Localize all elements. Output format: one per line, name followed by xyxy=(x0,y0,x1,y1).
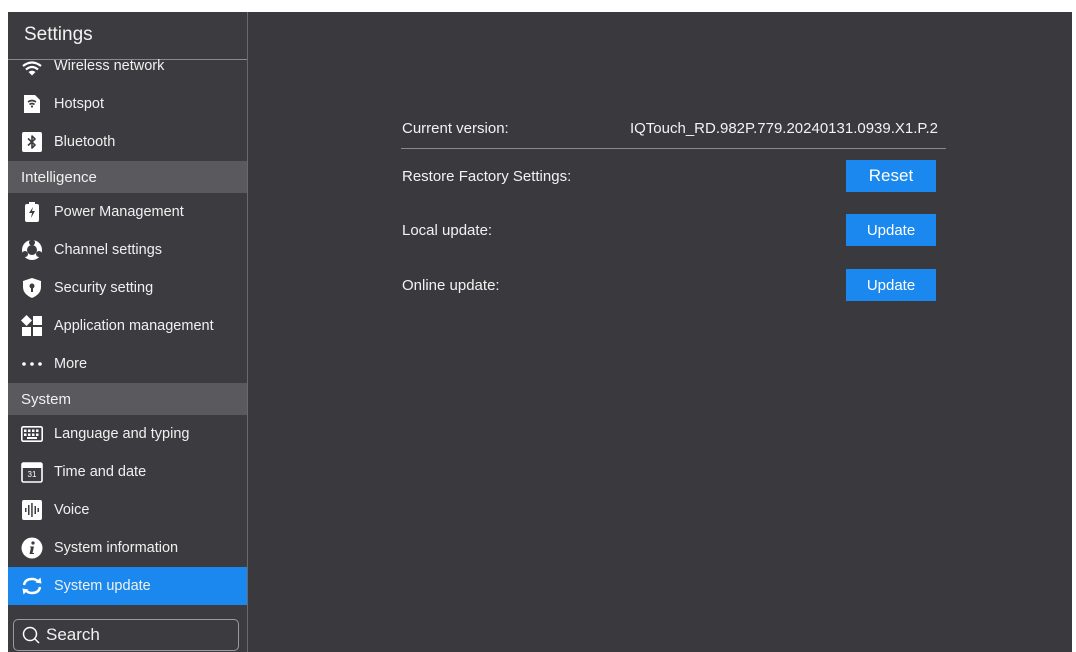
section-header-intelligence: Intelligence xyxy=(8,161,247,193)
sidebar-item-hotspot[interactable]: Hotspot xyxy=(8,85,247,123)
sidebar-item-label: Channel settings xyxy=(54,242,163,258)
online-update-row: Online update: Update xyxy=(401,269,946,301)
sidebar-item-label: Voice xyxy=(54,502,90,518)
battery-icon xyxy=(21,201,43,223)
calendar-day: 31 xyxy=(27,470,37,479)
bluetooth-icon xyxy=(21,131,43,153)
voice-icon xyxy=(21,499,43,521)
wifi-icon xyxy=(21,58,43,80)
sidebar-item-voice[interactable]: Voice xyxy=(8,491,247,529)
sidebar-title: Settings xyxy=(8,12,247,60)
settings-window: Settings Wireless network Hotspot Blueto… xyxy=(8,12,1072,652)
hotspot-icon xyxy=(21,93,43,115)
sidebar: Settings Wireless network Hotspot Blueto… xyxy=(8,12,248,652)
sidebar-item-label: Security setting xyxy=(54,280,154,296)
online-update-button[interactable]: Update xyxy=(846,269,936,301)
current-version-value: IQTouch_RD.982P.779.20240131.0939.X1.P.2 xyxy=(629,119,938,137)
apps-icon xyxy=(21,315,43,337)
reset-button[interactable]: Reset xyxy=(846,160,936,192)
more-icon xyxy=(21,353,43,375)
sidebar-item-language-and-typing[interactable]: Language and typing xyxy=(8,415,247,453)
sidebar-item-label: Wireless network xyxy=(54,58,165,74)
search-icon xyxy=(22,626,40,644)
sidebar-item-security-setting[interactable]: Security setting xyxy=(8,269,247,307)
sidebar-item-wireless-network[interactable]: Wireless network xyxy=(8,57,247,85)
search-input[interactable]: Search xyxy=(13,619,239,651)
sidebar-item-time-and-date[interactable]: 31 Time and date xyxy=(8,453,247,491)
sidebar-item-label: More xyxy=(54,356,88,372)
sidebar-item-system-information[interactable]: System information xyxy=(8,529,247,567)
keyboard-icon xyxy=(21,423,43,445)
sidebar-item-label: System update xyxy=(54,578,151,594)
sidebar-item-application-management[interactable]: Application management xyxy=(8,307,247,345)
sidebar-item-label: Language and typing xyxy=(54,426,190,442)
sidebar-item-label: Time and date xyxy=(54,464,147,480)
search-placeholder: Search xyxy=(46,625,100,644)
current-version-row: Current version: IQTouch_RD.982P.779.202… xyxy=(401,108,946,149)
sidebar-item-channel-settings[interactable]: Channel settings xyxy=(8,231,247,269)
section-header-system: System xyxy=(8,383,247,415)
sidebar-item-more[interactable]: More xyxy=(8,345,247,383)
sidebar-item-bluetooth[interactable]: Bluetooth xyxy=(8,123,247,161)
info-icon xyxy=(21,537,43,559)
local-update-label: Local update: xyxy=(402,221,493,239)
sync-icon xyxy=(21,575,43,597)
calendar-icon: 31 xyxy=(21,461,43,483)
sidebar-list: Wireless network Hotspot Bluetooth Intel… xyxy=(8,57,247,605)
main-content: Current version: IQTouch_RD.982P.779.202… xyxy=(248,12,1072,652)
sidebar-item-label: System information xyxy=(54,540,179,556)
shield-icon xyxy=(21,277,43,299)
restore-factory-row: Restore Factory Settings: Reset xyxy=(401,160,946,192)
sidebar-item-label: Hotspot xyxy=(54,96,104,112)
current-version-label: Current version: xyxy=(402,119,509,137)
sidebar-item-label: Power Management xyxy=(54,204,184,220)
restore-factory-label: Restore Factory Settings: xyxy=(402,167,572,185)
local-update-row: Local update: Update xyxy=(401,214,946,246)
online-update-label: Online update: xyxy=(402,276,500,294)
sidebar-item-label: Bluetooth xyxy=(54,134,116,150)
sidebar-item-label: Application management xyxy=(54,318,214,334)
sidebar-item-system-update[interactable]: System update xyxy=(8,567,247,605)
sidebar-item-power-management[interactable]: Power Management xyxy=(8,193,247,231)
local-update-button[interactable]: Update xyxy=(846,214,936,246)
channel-icon xyxy=(21,239,43,261)
